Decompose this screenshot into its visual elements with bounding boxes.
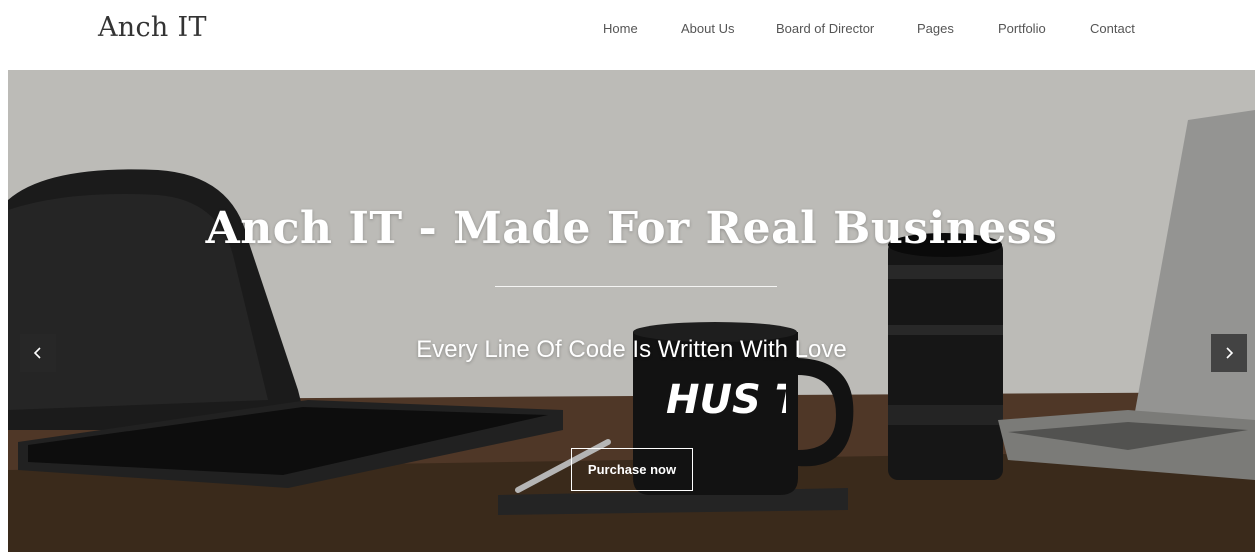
nav-item-home[interactable]: Home bbox=[603, 21, 638, 36]
nav-item-pages[interactable]: Pages bbox=[917, 21, 954, 36]
nav-item-about-us[interactable]: About Us bbox=[681, 21, 734, 36]
site-header: Anch IT Home About Us Board of Director … bbox=[0, 0, 1255, 70]
chevron-right-icon bbox=[1226, 347, 1234, 359]
hero-slider: HUS TLE Anch IT - Made For Real Business… bbox=[8, 70, 1255, 552]
slider-next-button[interactable] bbox=[1211, 334, 1247, 372]
nav-item-portfolio[interactable]: Portfolio bbox=[998, 21, 1046, 36]
slider-prev-button[interactable] bbox=[20, 334, 56, 372]
hero-divider bbox=[495, 286, 777, 287]
hero-title: Anch IT - Made For Real Business bbox=[205, 203, 1058, 254]
hero-subtitle: Every Line Of Code Is Written With Love bbox=[416, 336, 847, 363]
site-logo[interactable]: Anch IT bbox=[98, 12, 207, 43]
purchase-now-button[interactable]: Purchase now bbox=[571, 448, 693, 491]
mug-text: HUS TLE bbox=[666, 377, 786, 423]
nav-item-contact[interactable]: Contact bbox=[1090, 21, 1135, 36]
nav-item-board-of-director[interactable]: Board of Director bbox=[776, 21, 874, 36]
chevron-left-icon bbox=[33, 347, 41, 359]
